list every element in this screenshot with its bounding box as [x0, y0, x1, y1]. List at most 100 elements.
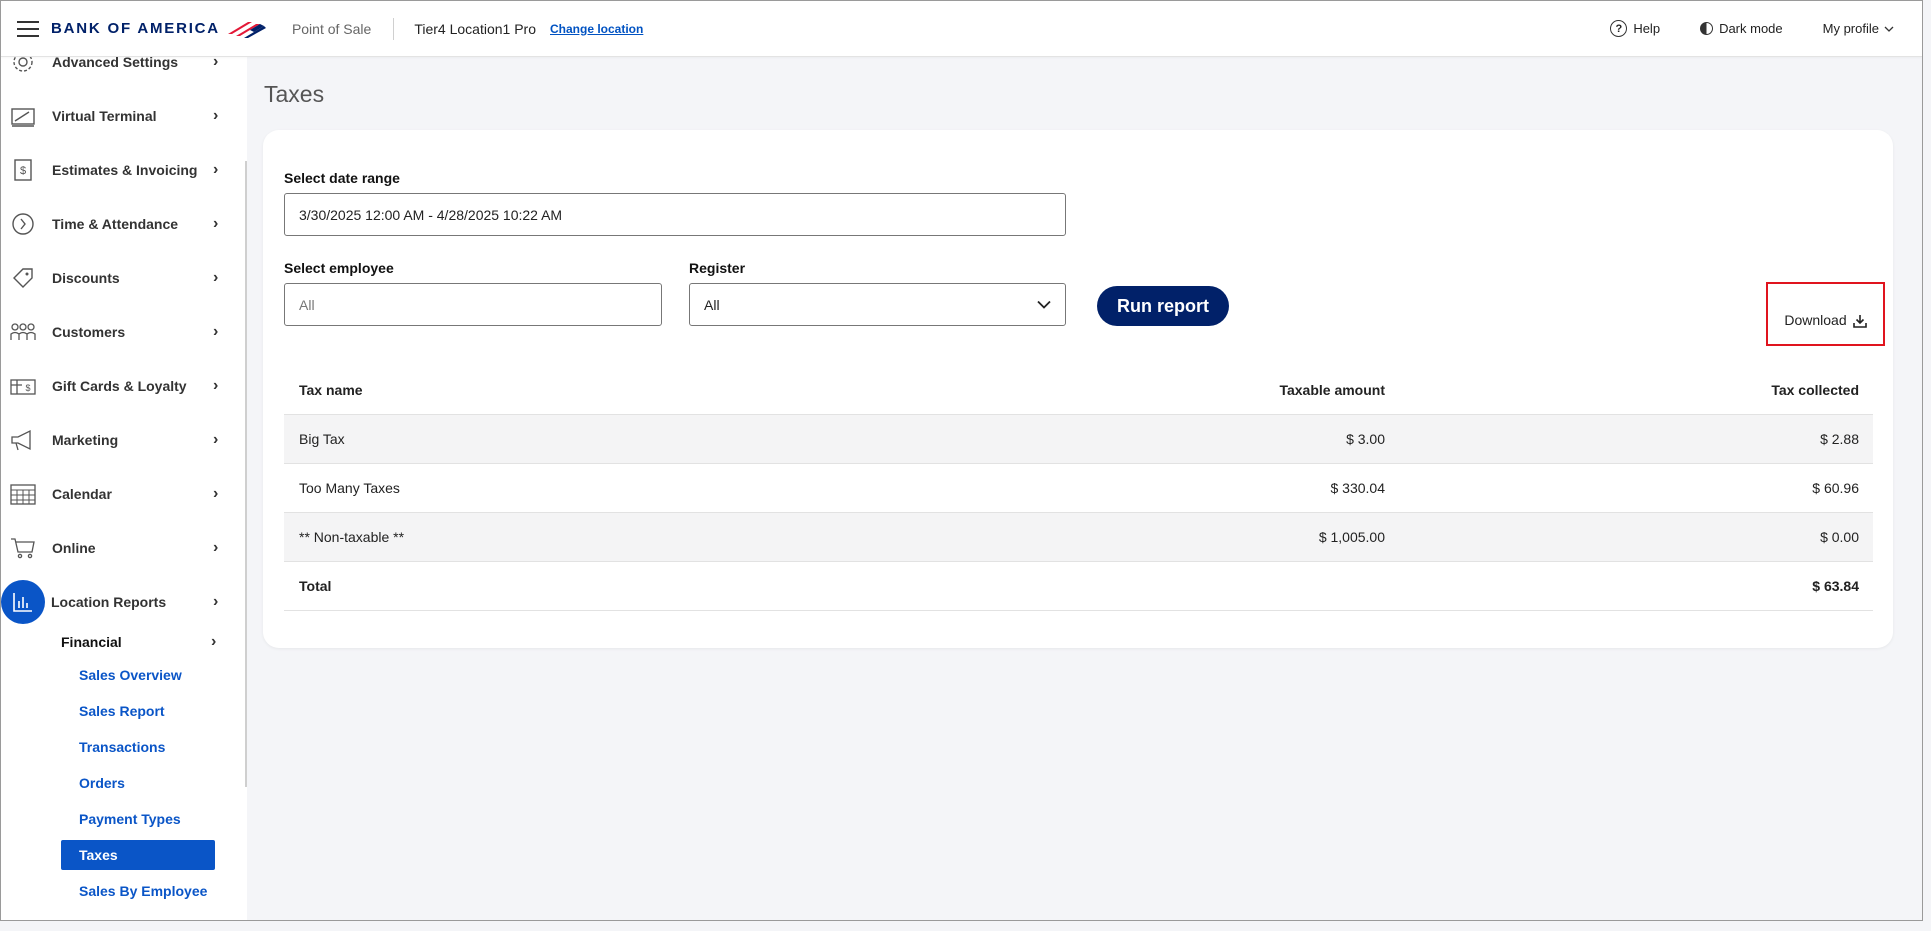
run-report-button[interactable]: Run report	[1097, 286, 1229, 326]
table-row: Too Many Taxes $ 330.04 $ 60.96	[284, 464, 1873, 513]
sidebar-item-marketing[interactable]: Marketing ›	[1, 417, 241, 463]
sidebar-sub-transactions[interactable]: Transactions	[61, 732, 215, 762]
megaphone-icon	[10, 427, 36, 453]
table-total-row: Total $ 63.84	[284, 562, 1873, 611]
sidebar-item-label: Estimates & Invoicing	[52, 162, 198, 178]
gift-card-icon: $	[10, 373, 36, 399]
page-title: Taxes	[264, 81, 325, 107]
terminal-icon	[10, 103, 36, 129]
header-tax-name[interactable]: Tax name	[299, 382, 363, 398]
sidebar-item-label: Time & Attendance	[52, 216, 179, 232]
header-actions: ? Help Dark mode My profile	[1610, 20, 1894, 37]
sidebar-item-discounts[interactable]: Discounts ›	[1, 255, 241, 301]
table-row: Big Tax $ 3.00 $ 2.88	[284, 415, 1873, 464]
sidebar-scrollbar[interactable]	[245, 161, 247, 787]
taxable-amount-cell: $ 1,005.00	[1318, 529, 1385, 545]
svg-text:$: $	[20, 165, 26, 177]
sidebar-item-label: Discounts	[52, 270, 120, 286]
sidebar-item-label: Gift Cards & Loyalty	[52, 378, 187, 394]
sidebar-item-label: Virtual Terminal	[52, 108, 157, 124]
chevron-down-icon	[1884, 26, 1894, 32]
taxable-amount-cell: $ 3.00	[1346, 431, 1385, 447]
chevron-right-icon: ›	[213, 215, 219, 232]
download-button[interactable]: Download	[1766, 282, 1885, 346]
sidebar-item-location-reports[interactable]: Location Reports ›	[1, 579, 241, 625]
submenu-financial[interactable]: Financial ›	[61, 630, 229, 654]
location-name: Tier4 Location1 Pro	[414, 20, 536, 37]
sidebar-item-customers[interactable]: Customers ›	[1, 309, 241, 355]
help-button[interactable]: ? Help	[1610, 20, 1660, 37]
header-divider	[393, 17, 395, 40]
taxable-amount-cell: $ 330.04	[1330, 480, 1386, 496]
sidebar-item-estimates-invoicing[interactable]: $ Estimates & Invoicing ›	[1, 147, 241, 193]
sidebar-item-label: Customers	[52, 324, 126, 340]
employee-input[interactable]: All	[284, 283, 662, 326]
people-icon	[10, 319, 36, 345]
help-label: Help	[1633, 21, 1661, 36]
sidebar-sub-sales-report[interactable]: Sales Report	[61, 696, 215, 726]
tax-name-cell: Too Many Taxes	[299, 480, 400, 496]
dark-mode-label: Dark mode	[1719, 21, 1783, 36]
hamburger-menu-icon[interactable]	[17, 20, 39, 37]
dark-mode-toggle[interactable]: Dark mode	[1700, 21, 1783, 36]
profile-menu[interactable]: My profile	[1823, 21, 1894, 36]
chevron-right-icon: ›	[213, 107, 219, 124]
register-value: All	[704, 296, 720, 313]
tax-collected-cell: $ 0.00	[1820, 529, 1859, 545]
chevron-down-icon	[1037, 300, 1051, 309]
sidebar-sub-payment-types[interactable]: Payment Types	[61, 804, 215, 834]
sidebar-item-label: Online	[52, 540, 96, 556]
chevron-right-icon: ›	[213, 161, 219, 178]
profile-label: My profile	[1822, 21, 1879, 36]
sidebar-sub-sales-by-employee[interactable]: Sales By Employee	[61, 876, 215, 906]
report-card: Select date range 3/30/2025 12:00 AM - 4…	[263, 130, 1893, 648]
sidebar-sub-orders[interactable]: Orders	[61, 768, 215, 798]
employee-label: Select employee	[284, 260, 394, 276]
sidebar-item-gift-cards-loyalty[interactable]: $ Gift Cards & Loyalty ›	[1, 363, 241, 409]
total-collected-cell: $ 63.84	[1812, 578, 1859, 594]
sidebar-item-calendar[interactable]: Calendar ›	[1, 471, 241, 517]
change-location-link[interactable]: Change location	[550, 22, 643, 36]
sidebar-item-label: Calendar	[52, 486, 112, 502]
header-tax-collected[interactable]: Tax collected	[1771, 382, 1859, 398]
chevron-right-icon: ›	[213, 539, 219, 556]
chevron-right-icon: ›	[213, 269, 219, 286]
app-window: BANK OF AMERICA Point of Sale Tier4 Loca…	[0, 0, 1923, 921]
register-label: Register	[689, 260, 746, 276]
sidebar-item-time-attendance[interactable]: Time & Attendance ›	[1, 201, 241, 247]
tax-collected-cell: $ 60.96	[1812, 480, 1859, 496]
chevron-right-icon: ›	[211, 633, 217, 650]
top-header: BANK OF AMERICA Point of Sale Tier4 Loca…	[1, 1, 1922, 57]
cart-icon	[10, 535, 36, 561]
bar-chart-icon	[1, 580, 45, 624]
download-label: Download	[1784, 312, 1847, 328]
clock-icon	[10, 211, 36, 237]
sidebar-sub-taxes[interactable]: Taxes	[61, 840, 215, 870]
sidebar-sub-sales-overview[interactable]: Sales Overview	[61, 660, 215, 690]
download-icon	[1852, 315, 1867, 328]
svg-text:$: $	[25, 383, 30, 393]
chevron-right-icon: ›	[213, 593, 219, 610]
chevron-right-icon: ›	[213, 431, 219, 448]
taxes-table: Tax name Taxable amount Tax collected Bi…	[284, 366, 1873, 611]
submenu-title: Financial	[61, 634, 122, 650]
contrast-icon	[1700, 22, 1714, 35]
tax-collected-cell: $ 2.88	[1820, 431, 1859, 447]
help-icon: ?	[1610, 20, 1628, 37]
sidebar-item-label: Location Reports	[51, 594, 167, 610]
app-name: Point of Sale	[291, 20, 372, 37]
bank-logo[interactable]: BANK OF AMERICA	[51, 20, 266, 38]
sidebar-item-virtual-terminal[interactable]: Virtual Terminal ›	[1, 93, 241, 139]
tax-name-cell: ** Non-taxable **	[299, 529, 405, 545]
invoice-icon: $	[10, 157, 36, 183]
chevron-right-icon: ›	[213, 323, 219, 340]
register-select[interactable]: All	[689, 283, 1066, 326]
date-range-input[interactable]: 3/30/2025 12:00 AM - 4/28/2025 10:22 AM	[284, 193, 1066, 236]
sidebar: Advanced Settings › Virtual Terminal › $…	[1, 52, 247, 920]
table-header-row: Tax name Taxable amount Tax collected	[284, 366, 1873, 415]
tax-name-cell: Big Tax	[299, 431, 345, 447]
header-taxable-amount[interactable]: Taxable amount	[1279, 382, 1385, 398]
tag-icon	[10, 265, 36, 291]
flag-icon	[227, 21, 266, 38]
sidebar-item-online[interactable]: Online ›	[1, 525, 241, 571]
